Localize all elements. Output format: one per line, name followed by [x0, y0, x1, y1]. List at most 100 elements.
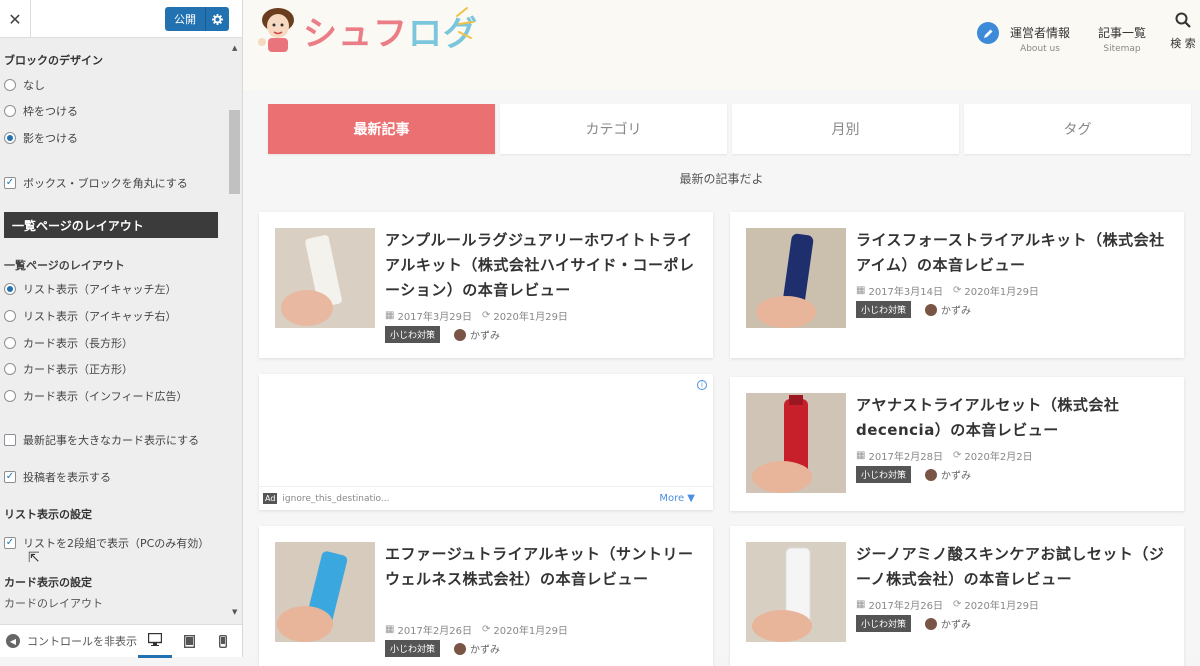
hide-controls-label: コントロールを非表示	[27, 635, 137, 648]
radio-button[interactable]	[4, 390, 16, 402]
option-label: 影をつける	[23, 132, 78, 145]
category-badge[interactable]: 小じわ対策	[856, 301, 912, 318]
post-tags: 小じわ対策 かずみ	[385, 640, 500, 657]
post-card[interactable]: エファージュトライアルキット（サントリーウェルネス株式会社）の本音レビュー ▦ 2…	[259, 526, 713, 666]
publish-label[interactable]: 公開	[165, 11, 205, 27]
tab-tags[interactable]: タグ	[964, 104, 1191, 154]
author-name: かずみ	[941, 306, 972, 317]
nav-about[interactable]: 運営者情報 About us	[1010, 24, 1070, 54]
post-thumbnail[interactable]	[275, 542, 375, 642]
option-label: 最新記事を大きなカード表示にする	[23, 434, 200, 447]
post-title[interactable]: アンプルールラグジュアリーホワイトトライアルキット（株式会社ハイサイド・コーポレ…	[385, 228, 695, 303]
logo-character-icon[interactable]	[255, 4, 301, 52]
block-option-shadow[interactable]: 影をつける	[4, 130, 78, 146]
post-title[interactable]: アヤナストライアルセット（株式会社decencia）の本音レビュー	[856, 393, 1166, 443]
collapse-icon[interactable]: ◀	[6, 634, 20, 648]
tab-latest[interactable]: 最新記事	[268, 104, 495, 154]
radio-button[interactable]	[4, 105, 16, 117]
post-title[interactable]: エファージュトライアルキット（サントリーウェルネス株式会社）の本音レビュー	[385, 542, 695, 592]
category-badge[interactable]: 小じわ対策	[385, 640, 441, 657]
radio-button[interactable]	[4, 337, 16, 349]
calendar-icon: ▦	[385, 310, 395, 321]
tablet-icon[interactable]	[172, 625, 206, 658]
post-thumbnail[interactable]	[746, 542, 846, 642]
post-thumbnail[interactable]	[746, 228, 846, 328]
mobile-icon[interactable]	[206, 625, 240, 658]
checkbox[interactable]	[4, 434, 16, 446]
post-tags: 小じわ対策 かずみ	[856, 466, 971, 483]
nav-about-label[interactable]: 運営者情報	[1010, 24, 1070, 41]
category-badge[interactable]: 小じわ対策	[856, 466, 912, 483]
post-updated: 2020年1月29日	[493, 312, 568, 323]
post-meta: ▦ 2017年2月28日 ⟳ 2020年2月2日	[856, 448, 1033, 463]
customizer-footer: ◀ コントロールを非表示	[0, 624, 242, 658]
checkbox-checked[interactable]: ✓	[4, 471, 16, 483]
post-title[interactable]: ライスフォーストライアルキット（株式会社アイム）の本音レビュー	[856, 228, 1166, 278]
post-title[interactable]: ジーノアミノ酸スキンケアお試しセット（ジーノ株式会社）の本音レビュー	[856, 542, 1166, 592]
refresh-icon: ⟳	[482, 624, 491, 635]
radio-button[interactable]	[4, 363, 16, 375]
nav-sitemap[interactable]: 記事一覧 Sitemap	[1098, 24, 1146, 54]
radio-button[interactable]	[4, 79, 16, 91]
layout-option-card-infeed[interactable]: カード表示（インフィード広告）	[4, 388, 187, 404]
category-badge[interactable]: 小じわ対策	[385, 326, 441, 343]
two-column-option[interactable]: ✓ リストを2段組で表示（PCのみ有効）	[4, 535, 209, 551]
layout-heading: 一覧ページのレイアウト	[4, 259, 125, 272]
author-name: かずみ	[941, 620, 972, 631]
nav-sitemap-label[interactable]: 記事一覧	[1098, 24, 1146, 41]
refresh-icon: ⟳	[953, 599, 962, 610]
scroll-down-icon[interactable]: ▼	[232, 608, 237, 616]
post-meta: ▦ 2017年2月26日 ⟳ 2020年1月29日	[385, 622, 568, 637]
block-design-heading: ブロックのデザイン	[4, 54, 103, 67]
post-thumbnail[interactable]	[746, 393, 846, 493]
close-icon[interactable]: ✕	[0, 0, 30, 38]
block-option-border[interactable]: 枠をつける	[4, 103, 78, 119]
scroll-up-icon[interactable]: ▲	[232, 44, 237, 52]
post-meta: ▦ 2017年3月29日 ⟳ 2020年1月29日	[385, 308, 568, 323]
author-avatar	[454, 642, 467, 655]
tab-monthly[interactable]: 月別	[732, 104, 959, 154]
search-icon[interactable]	[1175, 12, 1191, 28]
desktop-icon[interactable]	[138, 625, 172, 658]
author-avatar	[925, 617, 938, 630]
site-preview: シュフログ 運営者情報 About us 記事一覧 Sitemap 検 索 最新…	[243, 0, 1200, 666]
logo-sparkle-icon	[453, 2, 483, 46]
layout-option-card-square[interactable]: カード表示（正方形）	[4, 361, 133, 377]
layout-option-list-left[interactable]: リスト表示（アイキャッチ左）	[4, 281, 176, 297]
layout-option-list-right[interactable]: リスト表示（アイキャッチ右）	[4, 308, 176, 324]
post-card[interactable]: アンプルールラグジュアリーホワイトトライアルキット（株式会社ハイサイド・コーポレ…	[259, 212, 713, 358]
scrollbar-thumb[interactable]	[229, 110, 240, 194]
layout-option-card-rect[interactable]: カード表示（長方形）	[4, 335, 133, 351]
ad-card[interactable]: i Ad ignore_this_destinatio... More ▼	[259, 374, 713, 510]
checkbox-checked[interactable]: ✓	[4, 177, 16, 189]
option-label: カード表示（長方形）	[23, 337, 133, 350]
block-option-none[interactable]: なし	[4, 77, 45, 93]
nav-sitemap-sublabel: Sitemap	[1103, 44, 1141, 54]
search-label[interactable]: 検 索	[1168, 35, 1198, 51]
post-updated: 2020年2月2日	[964, 452, 1033, 463]
post-card[interactable]: ライスフォーストライアルキット（株式会社アイム）の本音レビュー ▦ 2017年3月…	[730, 212, 1184, 358]
rounded-corners-option[interactable]: ✓ ボックス・ブロックを角丸にする	[4, 175, 188, 191]
post-card[interactable]: ジーノアミノ酸スキンケアお試しセット（ジーノ株式会社）の本音レビュー ▦ 2017…	[730, 526, 1184, 666]
checkbox-checked[interactable]: ✓	[4, 537, 16, 549]
post-card[interactable]: アヤナストライアルセット（株式会社decencia）の本音レビュー ▦ 2017年…	[730, 377, 1184, 511]
pencil-icon[interactable]	[977, 22, 999, 44]
show-author-option[interactable]: ✓ 投稿者を表示する	[4, 469, 111, 485]
gear-icon[interactable]	[206, 13, 229, 25]
post-thumbnail[interactable]	[275, 228, 375, 328]
logo-text-part1[interactable]: シュフ	[303, 14, 408, 54]
search-button[interactable]: 検 索	[1168, 12, 1198, 51]
big-card-option[interactable]: 最新記事を大きなカード表示にする	[4, 432, 199, 448]
radio-button-selected[interactable]	[4, 283, 16, 295]
ad-more-link[interactable]: More ▼	[659, 493, 695, 504]
radio-button[interactable]	[4, 310, 16, 322]
ad-text[interactable]: ignore_this_destinatio...	[282, 494, 389, 504]
site-logo[interactable]: シュフログ	[303, 6, 478, 55]
info-icon[interactable]: i	[697, 380, 707, 390]
option-label: リスト表示（アイキャッチ左）	[23, 283, 177, 296]
category-badge[interactable]: 小じわ対策	[856, 615, 912, 632]
tab-category[interactable]: カテゴリ	[500, 104, 727, 154]
hide-controls-button[interactable]: ◀ コントロールを非表示	[0, 633, 138, 649]
publish-button[interactable]: 公開	[165, 7, 229, 31]
radio-button-selected[interactable]	[4, 132, 16, 144]
